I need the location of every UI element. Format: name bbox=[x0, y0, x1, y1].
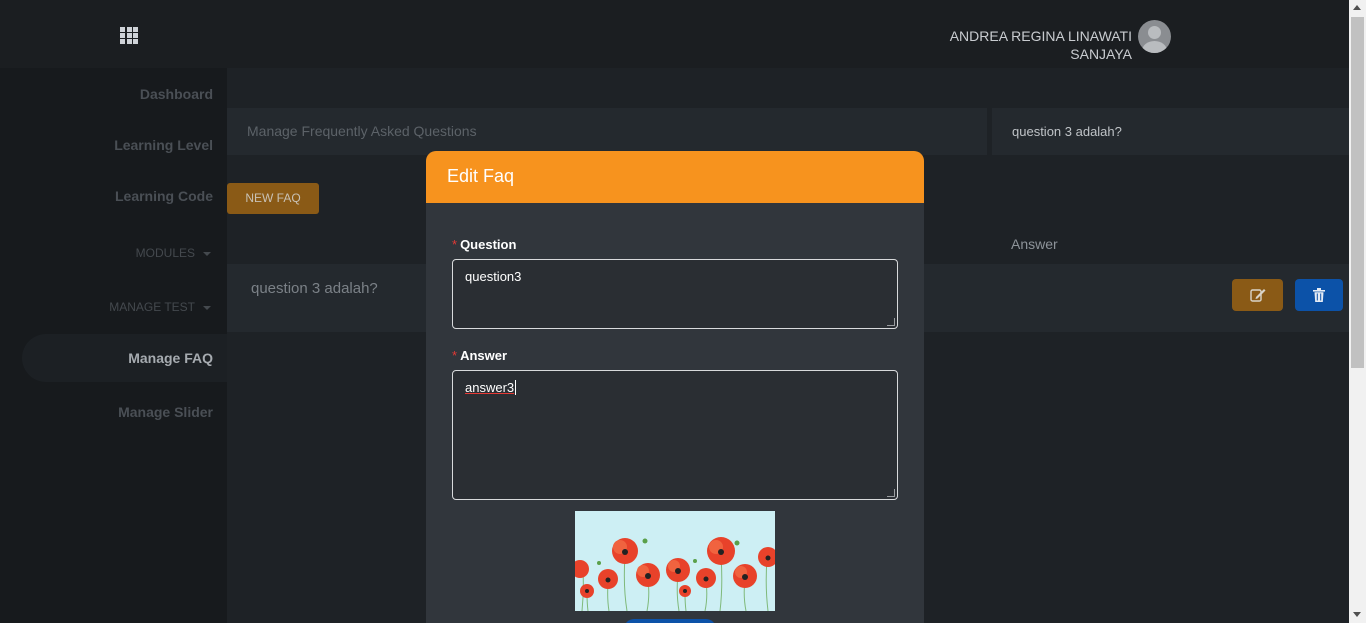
sidebar-item-manage-slider[interactable]: Manage Slider bbox=[118, 404, 213, 420]
required-mark: * bbox=[452, 348, 458, 363]
page-title: Manage Frequently Asked Questions bbox=[247, 123, 477, 139]
resize-grip-icon[interactable] bbox=[887, 318, 895, 326]
faq-image-preview bbox=[575, 511, 775, 611]
caret-down-icon bbox=[203, 305, 211, 310]
delete-button[interactable] bbox=[1295, 279, 1343, 311]
user-name-line2: SANJAYA bbox=[1070, 46, 1132, 62]
poppies-image bbox=[575, 511, 775, 611]
edit-icon bbox=[1249, 289, 1265, 302]
question-label-text: Question bbox=[460, 237, 517, 252]
required-mark: * bbox=[452, 237, 458, 252]
modal-header: Edit Faq bbox=[426, 151, 924, 203]
answer-label-text: Answer bbox=[460, 348, 508, 363]
sidebar-item-dashboard[interactable]: Dashboard bbox=[140, 86, 213, 102]
sidebar-section-manage-test-label: MANAGE TEST bbox=[109, 300, 195, 314]
scroll-down-arrow-icon[interactable] bbox=[1353, 612, 1361, 617]
answer-field[interactable]: answer3 bbox=[452, 370, 898, 500]
row-question: question 3 adalah? bbox=[251, 280, 378, 297]
question-label: * Question bbox=[452, 237, 516, 252]
sidebar-item-manage-faq-label: Manage FAQ bbox=[128, 350, 213, 366]
edit-button[interactable] bbox=[1232, 279, 1283, 311]
sidebar-section-manage-test[interactable]: MANAGE TEST bbox=[109, 300, 211, 314]
page-scrollbar[interactable] bbox=[1349, 0, 1366, 623]
question-value: question3 bbox=[465, 269, 522, 284]
column-header-answer: Answer bbox=[1011, 236, 1058, 252]
sidebar: Dashboard Learning Level Learning Code M… bbox=[0, 68, 227, 623]
modal-title: Edit Faq bbox=[447, 166, 515, 186]
top-bar: ANDREA REGINA LINAWATI SANJAYA bbox=[0, 0, 1349, 68]
apps-grid-icon[interactable] bbox=[120, 27, 140, 44]
scroll-up-arrow-icon[interactable] bbox=[1353, 5, 1361, 10]
sidebar-section-modules[interactable]: MODULES bbox=[136, 246, 211, 260]
breadcrumb: Manage Frequently Asked Questions bbox=[227, 108, 987, 155]
new-faq-button[interactable]: NEW FAQ bbox=[227, 183, 319, 214]
answer-value: answer3 bbox=[465, 380, 515, 395]
sidebar-item-manage-faq[interactable]: Manage FAQ bbox=[22, 334, 227, 382]
question-field[interactable]: question3 bbox=[452, 259, 898, 329]
avatar[interactable] bbox=[1138, 20, 1171, 53]
sidebar-section-modules-label: MODULES bbox=[135, 246, 195, 260]
scroll-thumb[interactable] bbox=[1351, 17, 1364, 368]
modal-action-button[interactable] bbox=[624, 619, 716, 623]
search-value: question 3 adalah? bbox=[1012, 124, 1122, 139]
trash-icon bbox=[1313, 288, 1325, 302]
answer-label: * Answer bbox=[452, 348, 507, 363]
text-cursor bbox=[515, 380, 517, 395]
edit-faq-modal: Edit Faq * Question question3 * Answer ans… bbox=[426, 151, 924, 623]
user-name-line1: ANDREA REGINA LINAWATI bbox=[949, 28, 1132, 44]
resize-grip-icon[interactable] bbox=[887, 489, 895, 497]
caret-down-icon bbox=[203, 251, 211, 256]
sidebar-item-learning-level[interactable]: Learning Level bbox=[114, 137, 213, 153]
sidebar-item-learning-code[interactable]: Learning Code bbox=[115, 188, 213, 204]
user-name[interactable]: ANDREA REGINA LINAWATI SANJAYA bbox=[950, 27, 1132, 63]
search-input[interactable]: question 3 adalah? bbox=[992, 108, 1349, 155]
